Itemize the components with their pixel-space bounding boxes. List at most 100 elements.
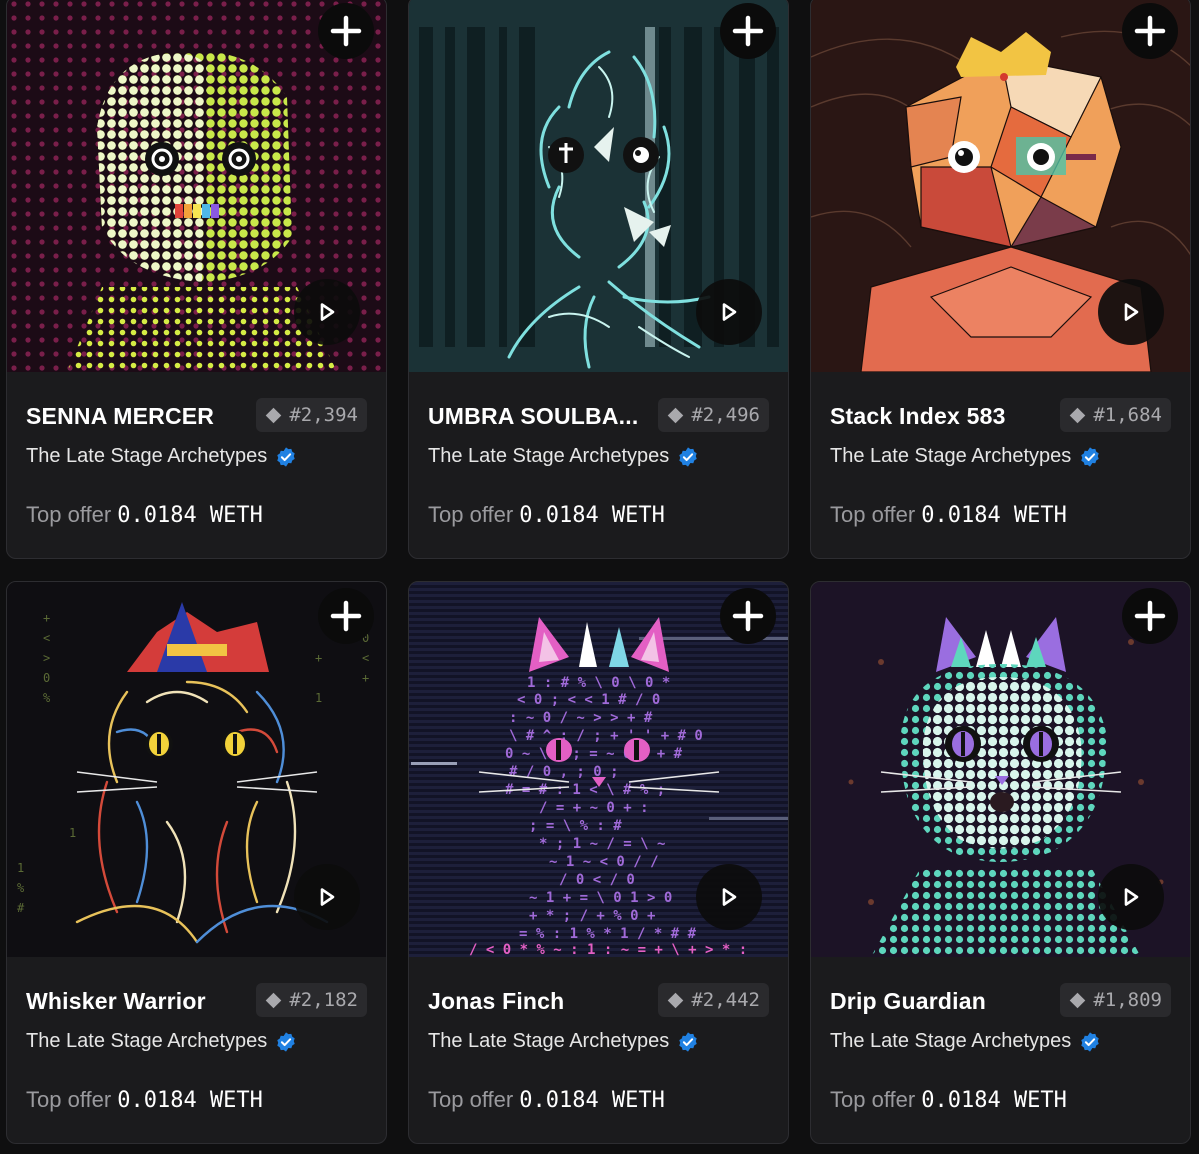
rank-value: #2,182 [289, 989, 358, 1011]
rank-badge: #2,442 [658, 983, 769, 1017]
rank-badge: #2,394 [256, 398, 367, 432]
svg-text:<: < [362, 651, 369, 665]
svg-text:= % : 1 % * 1 / * # #: = % : 1 % * 1 / * # # [519, 926, 697, 942]
play-button[interactable] [1098, 279, 1164, 345]
collection-link[interactable]: The Late Stage Archetypes [428, 1030, 699, 1053]
nft-title[interactable]: Jonas Finch [428, 988, 564, 1015]
svg-text:/ < 0 * % ~ : 1 : ~ = + \ + >: / < 0 * % ~ : 1 : ~ = + \ + > * : [469, 942, 747, 957]
plus-icon [1134, 15, 1166, 47]
svg-text:#: # [17, 901, 25, 915]
nft-card[interactable]: SENNA MERCER #2,394 The Late Stage Arche… [6, 0, 387, 559]
nft-card[interactable]: UMBRA SOULBA... #2,496 The Late Stage Ar… [408, 0, 789, 559]
rank-value: #2,442 [691, 989, 760, 1011]
svg-text:%: % [17, 881, 25, 895]
play-button[interactable] [294, 864, 360, 930]
rank-badge: #1,684 [1060, 398, 1171, 432]
top-offer-value: 0.0184 WETH [117, 1088, 263, 1113]
svg-text:~ 1 ~ < 0 / /: ~ 1 ~ < 0 / / [549, 854, 659, 870]
collection-name: The Late Stage Archetypes [26, 1030, 268, 1052]
top-offer-label: Top offer [26, 502, 112, 527]
svg-text:%: % [43, 691, 51, 705]
play-button[interactable] [294, 279, 360, 345]
top-offer: Top offer 0.0184 WETH [428, 502, 665, 528]
nft-title[interactable]: Drip Guardian [830, 988, 986, 1015]
diamond-icon [1070, 992, 1086, 1008]
top-offer-value: 0.0184 WETH [117, 503, 263, 528]
rank-value: #1,809 [1093, 989, 1162, 1011]
top-offer-value: 0.0184 WETH [519, 503, 665, 528]
top-offer-value: 0.0184 WETH [519, 1088, 665, 1113]
nft-title[interactable]: SENNA MERCER [26, 403, 214, 430]
svg-text:/ = + ~ 0 + :: / = + ~ 0 + : [539, 800, 649, 816]
play-icon [722, 303, 737, 321]
add-button[interactable] [1122, 3, 1178, 59]
nft-title[interactable]: Stack Index 583 [830, 403, 1006, 430]
svg-text:< 0 ; < < 1 # / 0: < 0 ; < < 1 # / 0 [517, 692, 660, 708]
top-offer-value: 0.0184 WETH [921, 503, 1067, 528]
collection-link[interactable]: The Late Stage Archetypes [830, 445, 1101, 468]
rank-value: #2,394 [289, 404, 358, 426]
nft-title[interactable]: UMBRA SOULBA... [428, 403, 638, 430]
nft-card[interactable]: Stack Index 583 #1,684 The Late Stage Ar… [810, 0, 1191, 559]
top-offer: Top offer 0.0184 WETH [26, 502, 263, 528]
plus-icon [732, 600, 764, 632]
svg-text:1: 1 [17, 861, 24, 875]
collection-name: The Late Stage Archetypes [830, 1030, 1072, 1052]
play-icon [1124, 888, 1139, 906]
collection-name: The Late Stage Archetypes [26, 445, 268, 467]
diamond-icon [668, 407, 684, 423]
top-offer: Top offer 0.0184 WETH [830, 502, 1067, 528]
verified-badge-icon [277, 446, 295, 467]
diamond-icon [266, 992, 282, 1008]
plus-icon [330, 600, 362, 632]
collection-name: The Late Stage Archetypes [428, 1030, 670, 1052]
play-button[interactable] [696, 279, 762, 345]
play-icon [1124, 303, 1139, 321]
play-icon [320, 303, 335, 321]
verified-badge-icon [679, 1031, 697, 1052]
collection-link[interactable]: The Late Stage Archetypes [26, 445, 297, 468]
add-button[interactable] [720, 3, 776, 59]
nft-card[interactable]: 1 : # % \ 0 \ 0 * < 0 ; < < 1 # / 0 : ~ … [408, 581, 789, 1144]
top-offer-label: Top offer [830, 502, 916, 527]
svg-text:+: + [362, 671, 369, 685]
add-button[interactable] [318, 3, 374, 59]
plus-icon [330, 15, 362, 47]
svg-text:/ 0 < / 0: / 0 < / 0 [559, 872, 635, 888]
top-offer: Top offer 0.0184 WETH [26, 1087, 263, 1113]
play-icon [722, 888, 737, 906]
rank-badge: #1,809 [1060, 983, 1171, 1017]
diamond-icon [1070, 407, 1086, 423]
svg-text:0: 0 [43, 671, 50, 685]
nft-card[interactable]: + < >0% 0 < + +1 1% #1 Whisker Warrior #2,182 [6, 581, 387, 1144]
top-offer-label: Top offer [830, 1087, 916, 1112]
nft-title[interactable]: Whisker Warrior [26, 988, 206, 1015]
verified-badge-icon [679, 446, 697, 467]
svg-text:\ # ^ ; / ; + ' ' + # 0: \ # ^ ; / ; + ' ' + # 0 [509, 728, 703, 744]
plus-icon [1134, 600, 1166, 632]
top-offer-label: Top offer [428, 1087, 514, 1112]
add-button[interactable] [318, 588, 374, 644]
play-button[interactable] [696, 864, 762, 930]
collection-link[interactable]: The Late Stage Archetypes [830, 1030, 1101, 1053]
svg-text:+ * ; / + % 0 +: + * ; / + % 0 + [529, 908, 655, 924]
play-button[interactable] [1098, 864, 1164, 930]
add-button[interactable] [720, 588, 776, 644]
svg-text:1 : # % \ 0 \ 0 *: 1 : # % \ 0 \ 0 * [527, 675, 670, 691]
collection-link[interactable]: The Late Stage Archetypes [428, 445, 699, 468]
top-offer: Top offer 0.0184 WETH [830, 1087, 1067, 1113]
svg-text:<: < [43, 631, 50, 645]
top-offer-value: 0.0184 WETH [921, 1088, 1067, 1113]
add-button[interactable] [1122, 588, 1178, 644]
collection-link[interactable]: The Late Stage Archetypes [26, 1030, 297, 1053]
diamond-icon [668, 992, 684, 1008]
svg-text:* ; 1 ~ / = \ ~: * ; 1 ~ / = \ ~ [539, 836, 665, 852]
svg-text:~ 1 + = \ 0 1 > 0: ~ 1 + = \ 0 1 > 0 [529, 890, 672, 906]
nft-card[interactable]: Drip Guardian #1,809 The Late Stage Arch… [810, 581, 1191, 1144]
collection-name: The Late Stage Archetypes [830, 445, 1072, 467]
rank-value: #1,684 [1093, 404, 1162, 426]
svg-text:: ~ 0 / ~ > > + #: : ~ 0 / ~ > > + # [509, 710, 653, 726]
verified-badge-icon [1081, 1031, 1099, 1052]
play-icon [320, 888, 335, 906]
rank-badge: #2,496 [658, 398, 769, 432]
